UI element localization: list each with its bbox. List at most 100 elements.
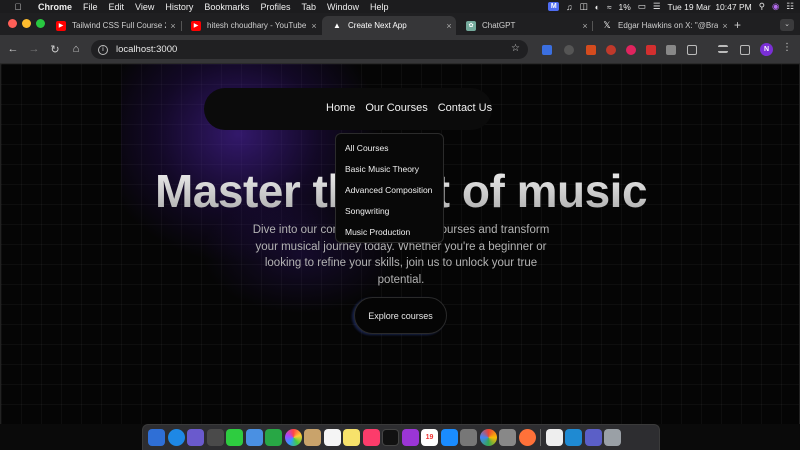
chatgpt-icon: ✿	[466, 20, 476, 31]
nav-our-courses-link[interactable]: Our Courses	[365, 102, 427, 114]
close-tab-icon[interactable]: ×	[718, 21, 732, 31]
triangle-icon: ▲	[333, 21, 341, 30]
battery-percent: 1%	[618, 1, 631, 12]
preview-icon[interactable]	[206, 429, 224, 446]
close-window-button[interactable]	[8, 19, 17, 28]
notification-icon[interactable]: ☷	[786, 1, 794, 12]
profile-avatar[interactable]: N	[760, 43, 773, 56]
control-center-icon[interactable]: ☰	[653, 1, 661, 12]
tab-hitesh-youtube[interactable]: ▶ hitesh choudhary - YouTube ×	[181, 16, 321, 35]
stage-icon[interactable]: ◫	[580, 1, 588, 12]
menu-profiles[interactable]: Profiles	[260, 2, 290, 12]
teams-icon[interactable]	[584, 429, 602, 446]
calendar-icon[interactable]: 19	[421, 429, 438, 446]
clock[interactable]: Tue 19 Mar 10:47 PM	[667, 2, 751, 12]
nav-contact-link[interactable]: Contact Us	[438, 102, 492, 114]
battery-icon[interactable]: ▭	[638, 1, 646, 12]
spotlight-icon[interactable]: ⚲	[759, 1, 765, 12]
notes-icon[interactable]	[343, 429, 360, 446]
menu-help[interactable]: Help	[370, 2, 389, 12]
site-info-icon[interactable]: i	[98, 44, 108, 55]
back-arrow-icon[interactable]: ←	[6, 43, 20, 55]
page-viewport: Home Our Courses Contact Us Master the a…	[0, 64, 800, 424]
extensions-puzzle-icon[interactable]	[687, 45, 697, 55]
mail-icon[interactable]	[245, 429, 263, 446]
system-settings-icon[interactable]	[460, 429, 477, 446]
m-app-icon[interactable]: M	[548, 2, 560, 11]
tab-chatgpt[interactable]: ✿ ChatGPT ×	[456, 16, 592, 35]
reading-list-icon[interactable]	[718, 45, 728, 53]
forward-arrow-icon[interactable]: →	[27, 43, 41, 55]
close-tab-icon[interactable]: ×	[307, 21, 321, 31]
dropdown-item-songwriting[interactable]: Songwriting	[336, 204, 443, 225]
lastpass-extension-icon[interactable]	[586, 45, 596, 55]
podcasts-icon[interactable]	[401, 429, 419, 446]
tab-x-post[interactable]: 𝕏 Edgar Hawkins on X: "@Bray ×	[592, 16, 732, 35]
dropdown-item-all-courses[interactable]: All Courses	[336, 141, 443, 162]
url-text[interactable]: localhost:3000	[116, 44, 177, 55]
minimize-window-button[interactable]	[22, 19, 31, 28]
tab-tailwind-course[interactable]: ▶ Tailwind CSS Full Course 202 ×	[46, 16, 180, 35]
dock-separator	[540, 429, 541, 446]
tab-create-next-app[interactable]: ▲ Create Next App ×	[322, 16, 456, 35]
wifi-icon[interactable]: ≈	[607, 2, 612, 12]
music-app-icon[interactable]	[362, 429, 380, 446]
main-nav: Home Our Courses Contact Us	[326, 102, 492, 114]
react-devtools-extension-icon[interactable]	[646, 45, 656, 55]
safari-icon[interactable]	[167, 429, 185, 446]
music-icon[interactable]: ♫	[566, 2, 572, 12]
firefox-icon[interactable]	[518, 429, 536, 446]
red-extension-icon[interactable]	[606, 45, 616, 55]
menu-window[interactable]: Window	[327, 2, 359, 12]
menu-view[interactable]: View	[135, 2, 154, 12]
pencil-extension-icon[interactable]	[666, 45, 676, 55]
window-controls	[8, 19, 45, 28]
close-tab-icon[interactable]: ×	[578, 21, 592, 31]
vscode-icon[interactable]	[565, 429, 582, 446]
launchpad-icon[interactable]	[187, 429, 204, 446]
chrome-menu-icon[interactable]: ⋮	[782, 42, 792, 53]
menu-edit[interactable]: Edit	[109, 2, 125, 12]
tab-search-button[interactable]: ⌄	[780, 19, 794, 31]
photos-icon[interactable]	[284, 429, 302, 446]
dropdown-item-basic-music-theory[interactable]: Basic Music Theory	[336, 162, 443, 183]
menu-app-name[interactable]: Chrome	[38, 2, 72, 12]
bookmark-star-icon[interactable]: ☆	[511, 43, 520, 54]
explore-courses-button[interactable]: Explore courses	[354, 297, 447, 334]
address-bar[interactable]: i localhost:3000 ☆	[91, 40, 528, 59]
finder-icon[interactable]	[148, 429, 165, 446]
dropdown-item-advanced-composition[interactable]: Advanced Composition	[336, 183, 443, 204]
contacts-icon[interactable]	[304, 429, 321, 446]
close-tab-icon[interactable]: ×	[166, 21, 180, 31]
home-icon[interactable]: ⌂	[69, 43, 83, 55]
dropdown-item-music-production[interactable]: Music Production	[336, 225, 443, 246]
nav-home-link[interactable]: Home	[326, 102, 355, 114]
messages-icon[interactable]	[226, 429, 243, 446]
menu-file[interactable]: File	[83, 2, 98, 12]
reload-icon[interactable]: ↻	[48, 43, 62, 56]
side-panel-icon[interactable]	[740, 45, 750, 55]
facetime-icon[interactable]	[265, 429, 282, 446]
new-tab-button[interactable]: +	[734, 18, 741, 32]
pocket-extension-icon[interactable]	[626, 45, 636, 55]
chrome-icon[interactable]	[479, 429, 497, 446]
menu-bookmarks[interactable]: Bookmarks	[204, 2, 249, 12]
disk-utility-icon[interactable]	[499, 429, 516, 446]
document-icon[interactable]	[545, 429, 563, 446]
reminders-icon[interactable]	[323, 429, 341, 446]
menu-history[interactable]: History	[165, 2, 193, 12]
macos-dock: 19	[142, 424, 660, 450]
trash-icon[interactable]	[604, 429, 621, 446]
tv-icon[interactable]	[382, 429, 399, 446]
focus-icon[interactable]: ◐	[595, 2, 600, 12]
menu-tab[interactable]: Tab	[301, 2, 316, 12]
siri-icon[interactable]: ◉	[772, 1, 779, 12]
shield-extension-icon[interactable]	[564, 45, 574, 55]
apple-icon[interactable]: 	[12, 2, 24, 12]
zoom-window-button[interactable]	[36, 19, 45, 28]
close-tab-icon[interactable]: ×	[442, 21, 456, 31]
app-store-icon[interactable]	[440, 429, 458, 446]
macos-menu-bar:  Chrome File Edit View History Bookmark…	[0, 0, 800, 13]
youtube-icon: ▶	[191, 20, 201, 31]
translate-extension-icon[interactable]	[542, 45, 552, 55]
